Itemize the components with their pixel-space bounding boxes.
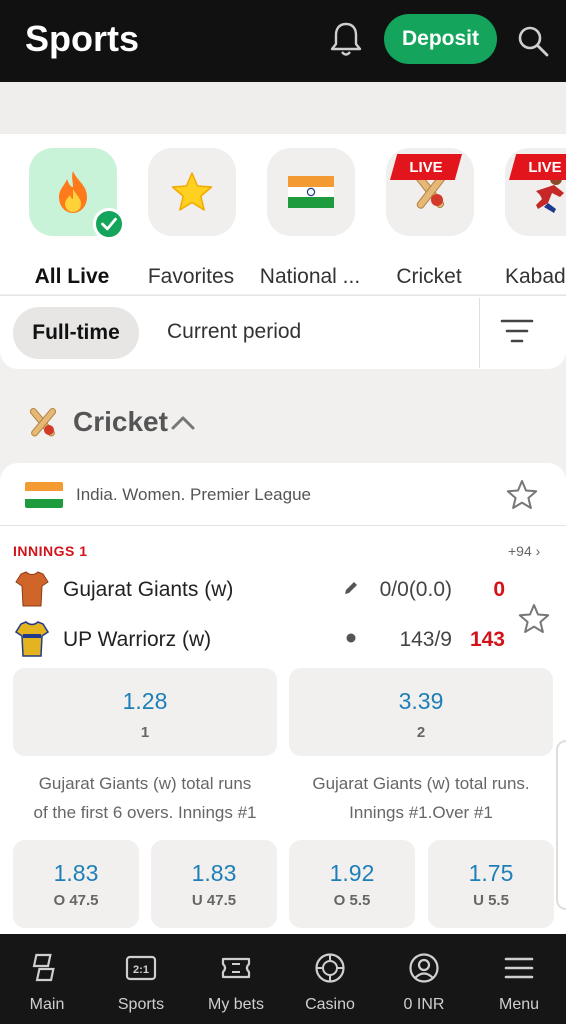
banner-spacer — [0, 82, 566, 134]
nav-account[interactable]: 0 INR — [377, 934, 471, 1024]
category-cricket[interactable]: LIVE Cricket — [374, 148, 484, 288]
odds-key: 1 — [140, 724, 150, 741]
odds-button[interactable]: 1.83 O 47.5 — [13, 840, 139, 928]
menu-icon — [504, 957, 534, 979]
team-total: 143 — [469, 628, 505, 651]
jersey-icon — [15, 571, 49, 607]
category-national[interactable]: National ... — [255, 148, 365, 288]
odds-value: 3.39 — [398, 688, 444, 714]
nav-menu[interactable]: Menu — [472, 934, 566, 1024]
category-label: Kabad — [505, 265, 566, 288]
market-title: Gujarat Giants (w) total runs of the fir… — [10, 769, 280, 827]
star-outline-icon[interactable] — [518, 603, 550, 635]
odds-button[interactable]: 1.28 1 — [13, 668, 277, 756]
nav-main[interactable]: Main — [0, 934, 94, 1024]
market-line: of the first 6 overs. Innings #1 — [33, 803, 257, 822]
category-all-live[interactable]: All Live — [17, 148, 127, 288]
star-outline-icon[interactable] — [506, 479, 538, 511]
divider — [479, 298, 480, 368]
category-favorites[interactable]: Favorites — [136, 148, 246, 288]
category-strip[interactable]: All Live Favorites National ... LIVE Cri… — [0, 134, 566, 294]
filter-icon[interactable] — [500, 316, 534, 346]
bell-icon[interactable] — [328, 20, 364, 58]
league-name: India. Women. Premier League — [76, 485, 311, 504]
team-row: UP Warriorz (w) 143/9 143 — [0, 618, 566, 662]
match-card: India. Women. Premier League INNINGS 1 +… — [0, 463, 566, 943]
category-tile — [267, 148, 355, 236]
side-pull-tab[interactable] — [556, 740, 566, 910]
nav-my-bets[interactable]: My bets — [189, 934, 283, 1024]
odds-key: O 47.5 — [53, 892, 99, 909]
team-score: 143/9 — [399, 628, 452, 651]
market-line: Gujarat Giants (w) total runs — [38, 774, 252, 793]
account-icon — [409, 953, 439, 983]
market-line: Innings #1.Over #1 — [349, 803, 493, 822]
svg-text:2:1: 2:1 — [133, 964, 149, 976]
team-total: 0 — [493, 578, 505, 601]
odds-value: 1.83 — [191, 860, 237, 886]
live-badge: LIVE — [509, 154, 566, 180]
batting-dot-icon — [346, 633, 356, 643]
category-label: All Live — [34, 265, 110, 288]
pencil-icon — [345, 582, 357, 594]
odds-button[interactable]: 1.83 U 47.5 — [151, 840, 277, 928]
category-label: Cricket — [396, 265, 462, 288]
nav-sports[interactable]: 2:1 Sports — [94, 934, 188, 1024]
odds-button[interactable]: 1.92 O 5.5 — [289, 840, 415, 928]
nav-label: 0 INR — [403, 996, 445, 1013]
check-icon — [93, 208, 125, 240]
tab-current-period[interactable]: Current period — [167, 320, 301, 344]
odds-value: 1.83 — [53, 860, 99, 886]
scoreboard-icon: 2:1 — [125, 955, 157, 981]
team-name: Gujarat Giants (w) — [63, 578, 234, 601]
league-header[interactable]: India. Women. Premier League — [0, 463, 566, 526]
team-name: UP Warriorz (w) — [63, 628, 212, 651]
team-score: 0/0(0.0) — [379, 578, 452, 601]
market-title: Gujarat Giants (w) total runs. Innings #… — [286, 769, 556, 827]
odds-value: 1.92 — [329, 860, 375, 886]
live-badge: LIVE — [390, 154, 462, 180]
section-title: Cricket — [73, 406, 168, 437]
match-status: INNINGS 1 — [13, 543, 88, 559]
search-icon[interactable] — [516, 24, 550, 58]
odds-key: U 47.5 — [191, 892, 237, 909]
category-label: Favorites — [147, 265, 235, 288]
odds-key: 2 — [416, 724, 426, 741]
tab-full-time[interactable]: Full-time — [13, 307, 139, 359]
nav-casino[interactable]: Casino — [283, 934, 377, 1024]
category-label: National ... — [259, 265, 361, 288]
period-tabs: Full-time Current period — [0, 295, 566, 369]
section-cricket-header[interactable]: Cricket — [0, 398, 566, 454]
odds-key: U 5.5 — [473, 892, 509, 909]
nav-label: My bets — [207, 996, 264, 1013]
nav-label: Sports — [117, 996, 165, 1013]
star-icon — [171, 172, 213, 211]
market-line: Gujarat Giants (w) total runs. — [312, 774, 530, 793]
page-title: Sports — [25, 18, 140, 59]
odds-value: 1.75 — [468, 860, 514, 886]
odds-button[interactable]: 1.75 U 5.5 — [428, 840, 554, 928]
india-flag-icon — [25, 482, 63, 508]
odds-key: O 5.5 — [333, 892, 371, 909]
category-kabaddi[interactable]: LIVE Kabad — [493, 148, 566, 288]
nav-label: Main — [29, 996, 65, 1013]
cricket-icon — [29, 408, 57, 437]
main-icon — [32, 953, 55, 982]
ticket-icon — [221, 957, 251, 979]
category-tile — [148, 148, 236, 236]
bottom-nav: Main 2:1 Sports My bets Casino 0 INR Men… — [0, 934, 566, 1024]
deposit-button[interactable]: Deposit — [384, 14, 497, 64]
more-markets-link[interactable]: +94 › — [508, 543, 540, 559]
top-bar: Sports Deposit — [0, 0, 566, 82]
odds-value: 1.28 — [122, 688, 168, 714]
chevron-up-icon[interactable] — [170, 412, 196, 434]
team-row: Gujarat Giants (w) 0/0(0.0) 0 — [0, 568, 566, 612]
india-flag-icon — [288, 176, 334, 208]
nav-label: Menu — [498, 996, 540, 1013]
odds-button[interactable]: 3.39 2 — [289, 668, 553, 756]
fire-icon — [59, 171, 87, 213]
casino-chip-icon — [315, 953, 345, 983]
nav-label: Casino — [305, 996, 355, 1013]
jersey-icon — [15, 621, 49, 657]
